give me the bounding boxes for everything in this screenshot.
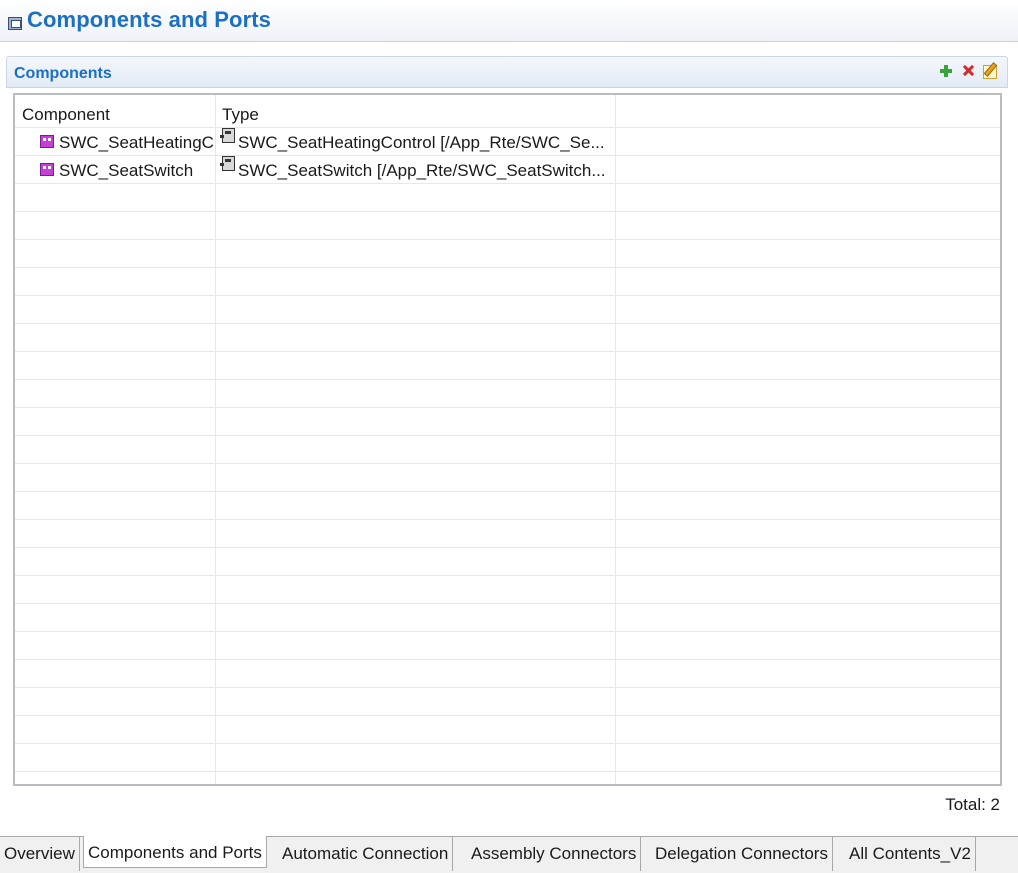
row-divider [15,687,1000,688]
column-divider [615,95,616,784]
row-divider [15,547,1000,548]
editor-root: Components and Ports Components Componen… [0,0,1018,873]
delete-icon[interactable] [959,62,977,80]
column-header-type[interactable]: Type [222,105,259,125]
row-divider [15,463,1000,464]
row-divider [15,743,1000,744]
row-divider [15,127,1000,128]
tab-delegation-connectors[interactable]: Delegation Connectors [651,837,833,871]
row-divider [15,239,1000,240]
components-table[interactable]: Component Type SWC_SeatHeatingC SWC_Seat… [13,93,1002,786]
total-count: Total: 2 [945,795,1000,814]
row-divider [15,491,1000,492]
page-header: Components and Ports [0,0,1018,42]
page-title: Components and Ports [27,7,272,32]
tab-components-and-ports[interactable]: Components and Ports [83,836,267,868]
row-divider [15,715,1000,716]
row-divider [15,519,1000,520]
edit-icon[interactable] [981,62,999,80]
row-divider [15,435,1000,436]
row-divider [15,323,1000,324]
component-name-cell[interactable]: SWC_SeatHeatingC [59,133,214,153]
component-view-icon [8,17,22,30]
row-divider [15,631,1000,632]
type-cell[interactable]: SWC_SeatHeatingControl [/App_Rte/SWC_Se.… [238,133,616,153]
row-divider [15,575,1000,576]
component-name-cell[interactable]: SWC_SeatSwitch [59,161,214,181]
tab-all-contents-v2[interactable]: All Contents_V2 [845,837,976,871]
component-type-icon [220,156,235,171]
row-divider [15,407,1000,408]
tab-assembly-connectors[interactable]: Assembly Connectors [467,837,642,871]
editor-tab-bar: Overview Components and Ports Automatic … [0,836,1018,873]
row-divider [15,211,1000,212]
row-divider [15,155,1000,156]
row-divider [15,379,1000,380]
row-divider [15,659,1000,660]
tab-automatic-connection[interactable]: Automatic Connection [278,837,454,871]
column-divider [215,95,216,784]
row-divider [15,267,1000,268]
add-icon[interactable] [937,62,955,80]
row-divider [15,603,1000,604]
software-component-icon [40,135,54,148]
row-divider [15,295,1000,296]
row-divider [15,351,1000,352]
row-divider [15,771,1000,772]
components-section-header[interactable]: Components [6,56,1008,88]
row-divider [15,183,1000,184]
section-toolbar [937,62,999,80]
tab-overview[interactable]: Overview [0,837,80,871]
software-component-icon [40,163,54,176]
type-cell[interactable]: SWC_SeatSwitch [/App_Rte/SWC_SeatSwitch.… [238,161,616,181]
component-type-icon [220,128,235,143]
column-header-component[interactable]: Component [22,105,110,125]
section-title: Components [14,65,112,82]
